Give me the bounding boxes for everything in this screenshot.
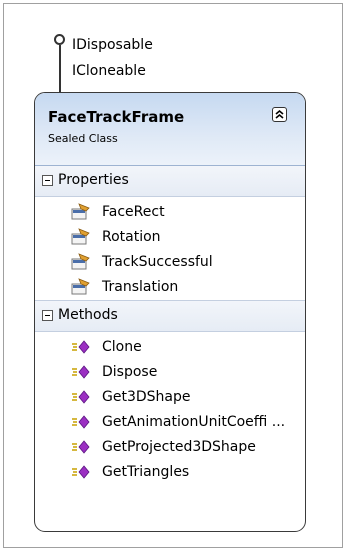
property-icon bbox=[71, 278, 90, 295]
property-label: FaceRect bbox=[102, 204, 165, 220]
method-icon bbox=[72, 340, 90, 354]
method-icon bbox=[72, 365, 90, 379]
class-kind: Sealed Class bbox=[48, 132, 118, 145]
property-label: TrackSuccessful bbox=[102, 254, 213, 270]
method-icon bbox=[72, 390, 90, 404]
method-icon bbox=[72, 440, 90, 454]
property-label: Translation bbox=[102, 279, 179, 295]
properties-list: FaceRect Rotation TrackSuccessful Transl… bbox=[35, 197, 305, 300]
property-row[interactable]: FaceRect bbox=[35, 200, 305, 225]
property-icon bbox=[71, 253, 90, 270]
method-label: Dispose bbox=[102, 364, 158, 380]
property-label: Rotation bbox=[102, 229, 161, 245]
method-icon bbox=[72, 465, 90, 479]
method-row[interactable]: GetAnimationUnitCoeffi ... bbox=[35, 410, 305, 435]
method-label: Get3DShape bbox=[102, 389, 191, 405]
method-label: GetAnimationUnitCoeffi ... bbox=[102, 414, 286, 430]
class-shape[interactable]: FaceTrackFrame Sealed Class Properties F… bbox=[34, 92, 306, 532]
interface-connector-line bbox=[59, 45, 61, 94]
method-label: GetTriangles bbox=[102, 464, 190, 480]
method-label: GetProjected3DShape bbox=[102, 439, 256, 455]
method-label: Clone bbox=[102, 339, 142, 355]
methods-section-label: Methods bbox=[58, 307, 118, 323]
collapse-toggle-icon[interactable] bbox=[42, 175, 53, 186]
method-row[interactable]: GetProjected3DShape bbox=[35, 435, 305, 460]
interface-label-idisposable: IDisposable bbox=[72, 37, 153, 53]
double-chevron-up-icon bbox=[275, 109, 284, 119]
property-icon bbox=[71, 228, 90, 245]
properties-section-label: Properties bbox=[58, 172, 129, 188]
method-icon bbox=[72, 415, 90, 429]
property-row[interactable]: Translation bbox=[35, 275, 305, 300]
properties-section-header[interactable]: Properties bbox=[35, 166, 305, 197]
property-row[interactable]: TrackSuccessful bbox=[35, 250, 305, 275]
method-row[interactable]: Clone bbox=[35, 335, 305, 360]
methods-section-header[interactable]: Methods bbox=[35, 300, 305, 332]
interface-label-icloneable: ICloneable bbox=[72, 63, 146, 79]
method-row[interactable]: GetTriangles bbox=[35, 460, 305, 485]
class-header: FaceTrackFrame Sealed Class bbox=[35, 93, 305, 166]
method-row[interactable]: Get3DShape bbox=[35, 385, 305, 410]
method-row[interactable]: Dispose bbox=[35, 360, 305, 385]
property-row[interactable]: Rotation bbox=[35, 225, 305, 250]
methods-list: Clone Dispose Get3DShape GetAnimationUni… bbox=[35, 332, 305, 485]
collapse-button[interactable] bbox=[272, 107, 287, 122]
class-name: FaceTrackFrame bbox=[48, 108, 185, 126]
interface-lollipop-icon bbox=[54, 34, 65, 45]
property-icon bbox=[71, 203, 90, 220]
collapse-toggle-icon[interactable] bbox=[42, 310, 53, 321]
